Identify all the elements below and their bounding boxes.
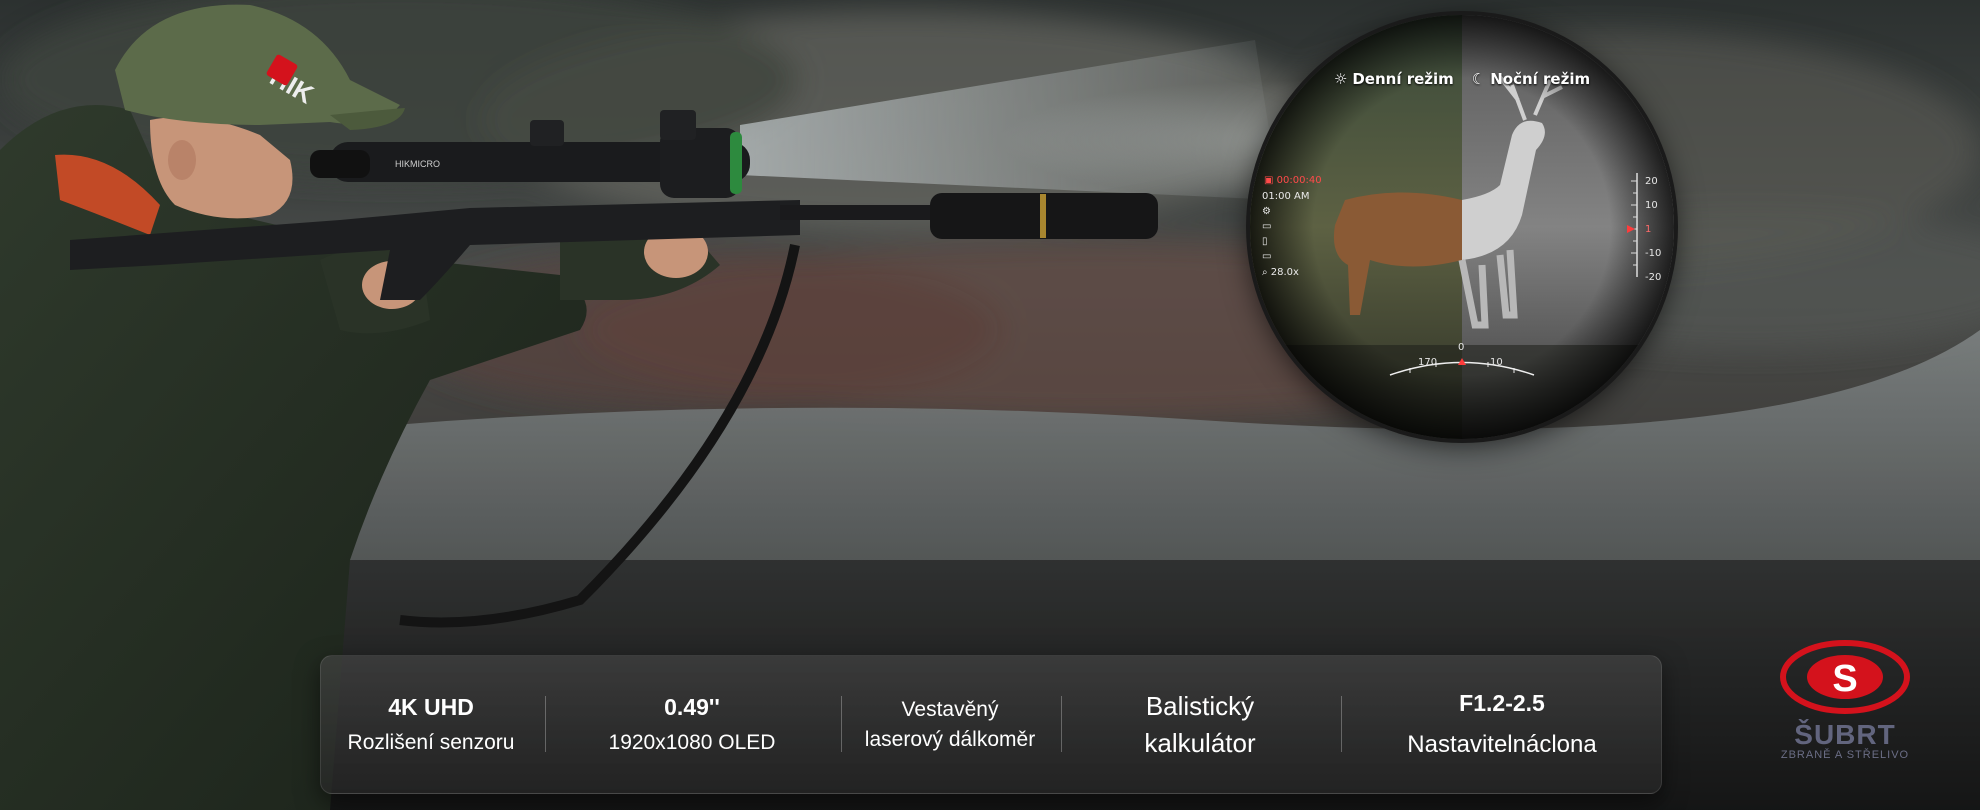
magnifier-icon: ⌕ (1262, 267, 1271, 278)
divider (841, 696, 842, 752)
scale-tick-label: 10 (1645, 200, 1658, 211)
bottom-scale-label: 170 (1418, 357, 1438, 368)
bottom-scale-label: 10 (1490, 357, 1503, 368)
battery-icon: ▭ (1262, 251, 1272, 262)
divider (1061, 696, 1062, 752)
spec-item: 4K UHD Rozlišení senzoru (321, 656, 541, 793)
logo-letter: S (1832, 658, 1857, 700)
scale-tick-label: 20 (1645, 176, 1658, 187)
camera-icon: ▭ (1262, 221, 1272, 232)
spec-subtitle: 1920x1080 OLED (608, 731, 776, 754)
scale-tick-label: -10 (1645, 248, 1662, 259)
spec-item: 0.49'' 1920x1080 OLED (547, 656, 837, 793)
spec-title: Balistický (1145, 690, 1255, 721)
spec-title: F1.2-2.5 (1459, 690, 1545, 716)
bottom-scale-label: 0 (1458, 342, 1465, 353)
scale-tick-label: -20 (1645, 272, 1662, 283)
record-icon: ▣ (1264, 175, 1277, 186)
spec-title: Vestavěný (901, 697, 999, 721)
scope-brand-text: HIKMICRO (395, 159, 440, 169)
spec-subtitle: kalkulátor (1144, 727, 1256, 758)
spec-bar: 4K UHD Rozlišení senzoru 0.49'' 1920x108… (320, 655, 1662, 794)
spec-title: 0.49'' (664, 694, 720, 720)
spec-item: F1.2-2.5 Nastavitelnáclona (1343, 656, 1661, 793)
divider (545, 696, 546, 752)
spec-subtitle: Nastavitelnáclona (1407, 731, 1597, 758)
clock-readout: 01:00 AM (1262, 191, 1310, 202)
spec-item: Vestavěný laserový dálkoměr (843, 656, 1057, 793)
storage-icon: ▯ (1262, 236, 1268, 247)
scope-view: ☼ Denní režim ☾ Noční režim ▣ 00:00:40 0… (1250, 15, 1674, 439)
zoom-value: 28.0x (1270, 267, 1299, 278)
sun-icon: ☼ (1333, 70, 1348, 88)
logo-tagline: ZBRANĚ A STŘELIVO (1780, 749, 1910, 761)
rec-indicator: ▣ 00:00:40 (1264, 175, 1322, 186)
day-mode-label: Denní režim (1352, 70, 1454, 88)
spec-subtitle: laserový dálkoměr (864, 727, 1036, 751)
rec-time: 00:00:40 (1276, 175, 1322, 186)
logo-word: ŠUBRT (1794, 719, 1896, 750)
night-mode-label: Noční režim (1490, 70, 1591, 88)
night-mode: ☾ Noční režim (1472, 70, 1590, 88)
spec-title: 4K UHD (388, 694, 474, 720)
moon-icon: ☾ (1471, 70, 1486, 88)
divider (1341, 696, 1342, 752)
spec-item: Balistický kalkulátor (1063, 656, 1337, 793)
settings-icon: ⚙ (1262, 206, 1271, 217)
mode-bar: ☼ Denní režim ☾ Noční režim (1250, 70, 1674, 88)
day-mode: ☼ Denní režim (1334, 70, 1454, 88)
scale-tick-label: 1 (1645, 224, 1652, 235)
spec-subtitle: Rozlišení senzoru (347, 731, 515, 754)
subrt-logo: S ŠUBRT ZBRANĚ A STŘELIVO (1750, 635, 1940, 765)
zoom-readout: ⌕ 28.0x (1262, 267, 1299, 278)
